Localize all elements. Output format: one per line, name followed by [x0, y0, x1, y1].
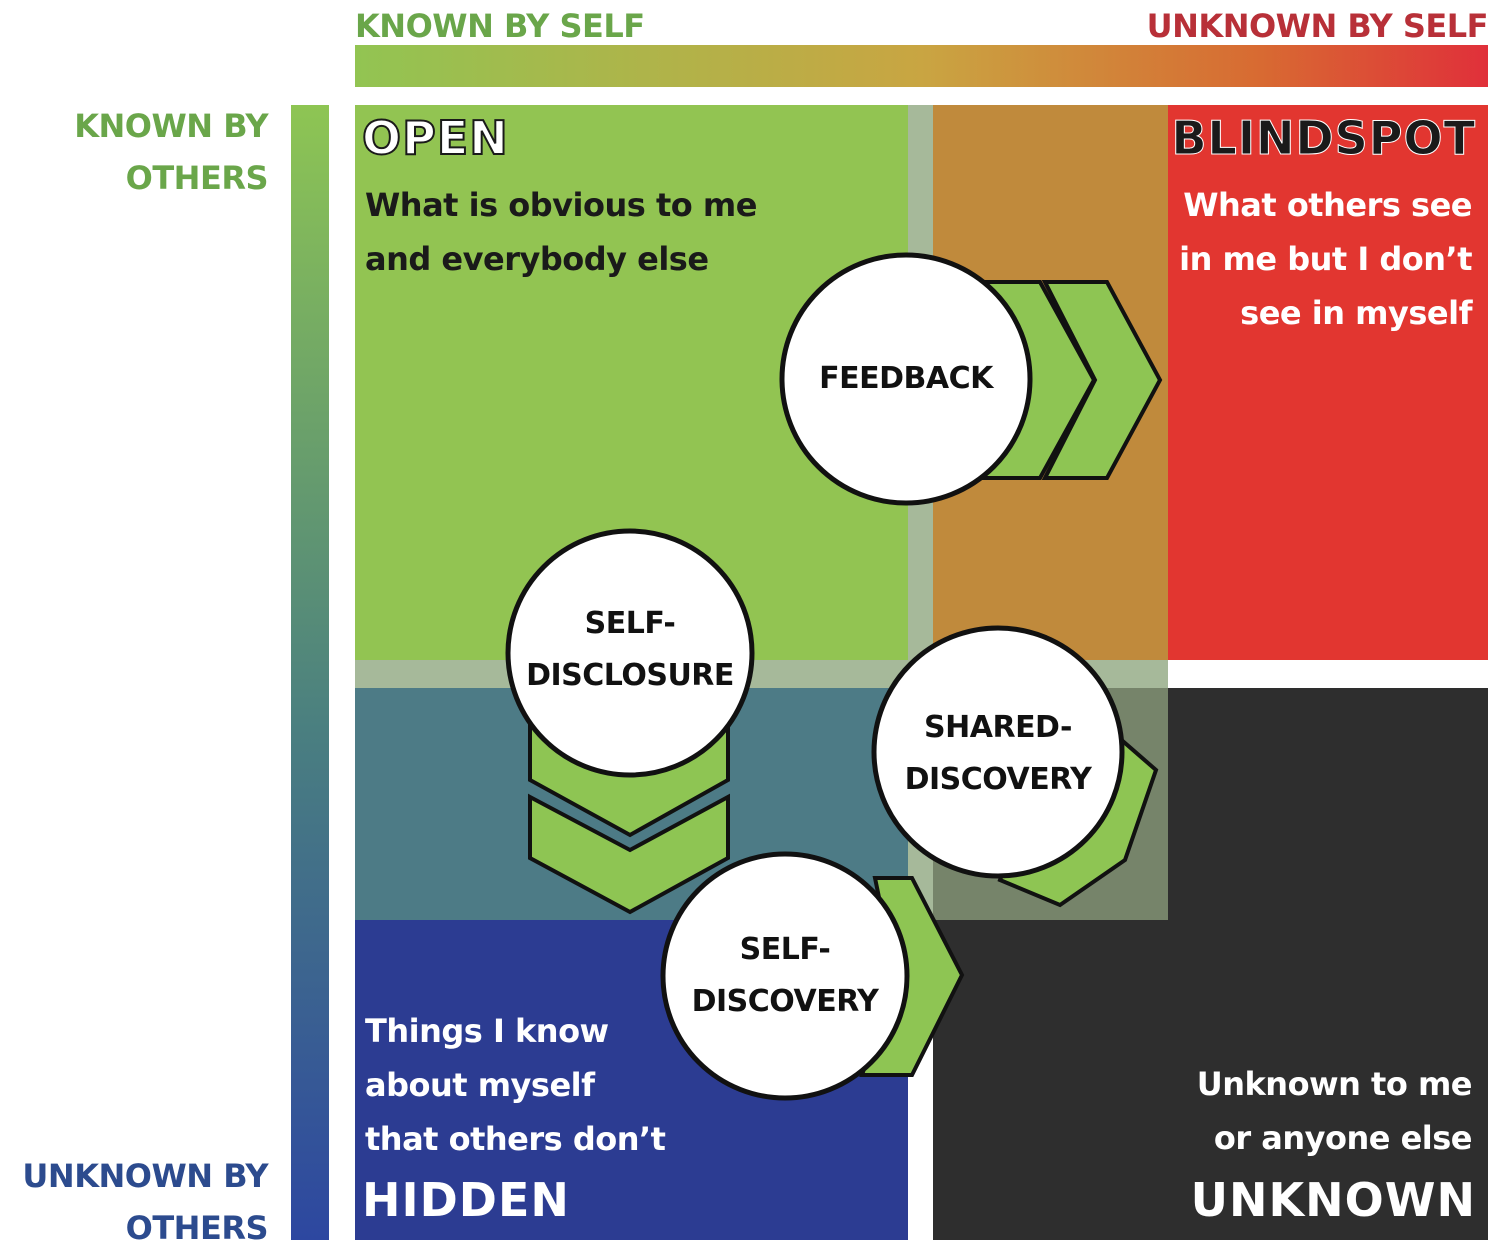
blindspot-desc-line-2: in me but I don’t: [1179, 240, 1472, 278]
shared-discovery-label-line-1: SHARED-: [924, 710, 1072, 745]
shared-discovery-label-line-2: DISCOVERY: [904, 762, 1092, 797]
unknown-title: UNKNOWN: [1190, 1173, 1476, 1227]
hidden-title: HIDDEN: [362, 1173, 570, 1227]
self-discovery-label: SELF- DISCOVERY: [660, 924, 910, 1028]
blindspot-title: BLINDSPOT: [1171, 111, 1476, 166]
unknown-by-others-line-1: UNKNOWN BY: [22, 1157, 268, 1195]
unknown-description: Unknown to me or anyone else: [1132, 1057, 1473, 1165]
self-disclosure-label: SELF- DISCLOSURE: [505, 598, 755, 702]
known-by-others-label: KNOWN BY OTHERS: [0, 100, 268, 204]
self-discovery-label-line-2: DISCOVERY: [691, 984, 879, 1019]
open-description: What is obvious to me and everybody else: [365, 178, 757, 286]
unknown-quadrant-upper: [1168, 688, 1488, 920]
open-title: OPEN: [361, 110, 509, 166]
unknown-desc-line-2: or anyone else: [1213, 1119, 1473, 1157]
known-by-others-line-1: KNOWN BY: [74, 107, 268, 145]
feedback-label-line-1: FEEDBACK: [819, 361, 993, 396]
self-disclosure-label-line-1: SELF-: [584, 606, 676, 641]
hidden-desc-line-3: that others don’t: [365, 1120, 666, 1158]
shared-discovery-label: SHARED- DISCOVERY: [870, 702, 1126, 806]
unknown-by-others-line-2: OTHERS: [125, 1209, 269, 1247]
blindspot-desc-line-3: see in myself: [1240, 294, 1472, 332]
known-others-gradient-bar: [291, 105, 329, 1240]
known-by-self-label: KNOWN BY SELF: [355, 7, 645, 45]
unknown-desc-line-1: Unknown to me: [1196, 1065, 1473, 1103]
unknown-by-others-label: UNKNOWN BY OTHERS: [0, 1150, 268, 1254]
feedback-label: FEEDBACK: [781, 353, 1031, 405]
hidden-desc-line-2: about myself: [365, 1066, 595, 1104]
blindspot-desc-line-1: What others see: [1183, 186, 1472, 224]
unknown-by-self-label: UNKNOWN BY SELF: [1146, 7, 1489, 45]
known-by-others-line-2: OTHERS: [125, 159, 269, 197]
hidden-description: Things I know about myself that others d…: [365, 1004, 695, 1166]
self-disclosure-label-line-2: DISCLOSURE: [526, 658, 734, 693]
self-discovery-label-line-1: SELF-: [739, 932, 831, 967]
hidden-desc-line-1: Things I know: [365, 1012, 609, 1050]
open-desc-line-2: and everybody else: [365, 240, 709, 278]
blindspot-description: What others see in me but I don’t see in…: [1132, 178, 1472, 340]
open-desc-line-1: What is obvious to me: [365, 186, 757, 224]
